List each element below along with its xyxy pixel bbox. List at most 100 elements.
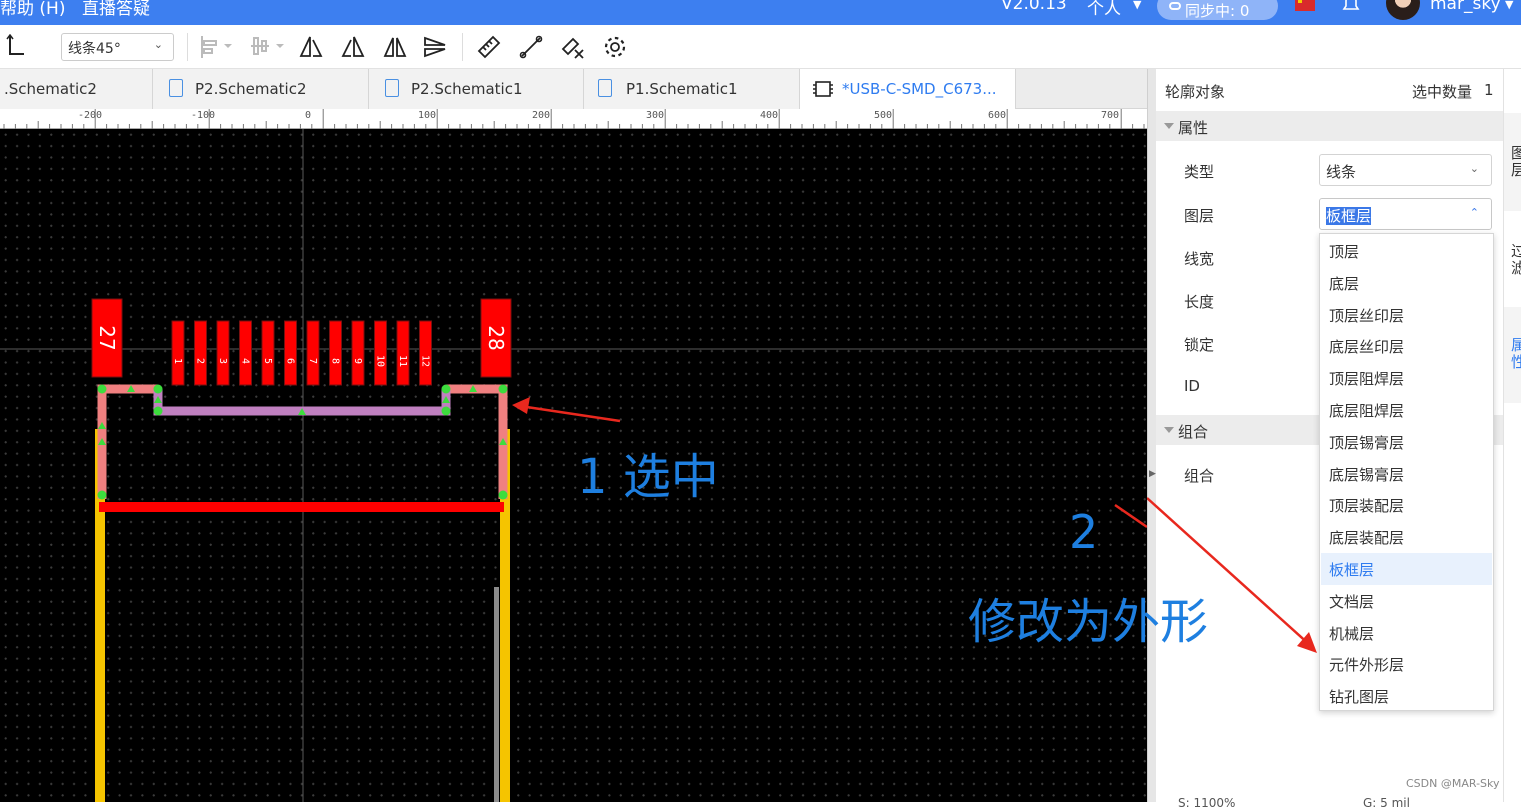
pcb-canvas[interactable]: 27 28 1 2 3 4 5 6 7 8 9 10 11 12 1 选中 2 修改为外形 [0, 129, 1208, 802]
pad-pin-11[interactable] [396, 320, 410, 386]
flip-vertical-icon[interactable] [422, 34, 448, 60]
layer-option[interactable]: 底层丝印层 [1321, 330, 1492, 362]
pad-27-label: 27 [95, 325, 119, 350]
tab-usb-c-footprint[interactable]: *USB-C-SMD_C673... [800, 69, 1016, 109]
layer-option[interactable]: 钻孔图层 [1321, 680, 1492, 712]
pad-pin-1[interactable] [171, 320, 185, 386]
type-label: 类型 [1184, 163, 1215, 181]
pad-pin-6[interactable] [284, 320, 297, 386]
layer-option[interactable]: 机械层 [1321, 617, 1492, 649]
layer-option[interactable]: 底层锡膏层 [1321, 458, 1492, 490]
ruler-label: 100 [418, 110, 437, 121]
pad-pin-2[interactable] [194, 320, 207, 386]
menu-live-qa[interactable]: 直播答疑 [82, 0, 150, 19]
selection-count: 1 [1484, 81, 1494, 99]
annotation-step1: 1 选中 [577, 449, 719, 505]
panel-splitter[interactable]: ▶ [1147, 69, 1156, 802]
tab-label: *USB-C-SMD_C673... [842, 80, 997, 98]
menu-help[interactable]: 帮助 (H) [0, 0, 65, 19]
layer-option[interactable]: 顶层装配层 [1321, 489, 1492, 521]
layer-option-selected[interactable]: 板框层 [1321, 553, 1492, 585]
grid-status: G: 5 mil [1363, 796, 1410, 810]
pad-pin-4[interactable] [239, 320, 252, 386]
tab-p2-schematic2[interactable]: P2.Schematic2 [153, 69, 369, 109]
layer-option[interactable]: 底层 [1321, 267, 1492, 299]
collapse-icon [1164, 123, 1174, 129]
collapse-icon [1164, 427, 1174, 433]
clear-measure-icon[interactable] [560, 34, 586, 60]
avatar[interactable] [1386, 0, 1420, 20]
pad-pin-12[interactable] [419, 320, 432, 386]
layer-option[interactable]: 顶层丝印层 [1321, 299, 1492, 331]
annotation-arrow-1 [512, 397, 621, 423]
rotate-right-icon[interactable] [340, 34, 366, 60]
length-label: 长度 [1184, 293, 1215, 311]
pin-number-label: 8 [330, 358, 341, 364]
bell-icon[interactable] [1340, 0, 1362, 16]
layer-option[interactable]: 顶层 [1321, 235, 1492, 267]
pad-pin-7[interactable] [306, 320, 320, 386]
ruler-label: 600 [988, 110, 1007, 121]
chevron-down-icon: ⌄ [153, 38, 163, 51]
user-chevron-icon[interactable]: ▼ [1505, 0, 1513, 11]
align-left-icon[interactable] [198, 34, 238, 60]
footprint-drawing: 27 28 1 2 3 4 5 6 7 8 9 10 11 12 [0, 129, 1147, 802]
tab-schematic2[interactable]: .Schematic2 [0, 69, 153, 109]
line-mode-select[interactable]: 线条45° ⌄ [61, 33, 174, 61]
username[interactable]: mar_sky [1430, 0, 1501, 14]
ruler-label: 500 [874, 110, 893, 121]
pad-pin-9[interactable] [351, 320, 365, 386]
distribute-icon[interactable] [248, 34, 288, 60]
flip-horizontal-icon[interactable] [382, 34, 408, 60]
chevron-down-icon: ⌄ [1469, 162, 1479, 175]
personal-menu[interactable]: 个人 [1087, 0, 1121, 19]
file-icon [169, 79, 183, 97]
cloud-icon [1169, 2, 1181, 10]
route-corner-icon[interactable] [6, 34, 32, 60]
pad-pin-8[interactable] [329, 320, 342, 386]
layer-option[interactable]: 文档层 [1321, 585, 1492, 617]
layer-option[interactable]: 顶层阻焊层 [1321, 362, 1492, 394]
layer-option[interactable]: 底层阻焊层 [1321, 394, 1492, 426]
section-properties[interactable]: 属性 [1156, 111, 1503, 141]
line-mode-value: 线条45° [68, 41, 121, 57]
language-flag-icon[interactable] [1295, 0, 1315, 11]
top-bar: 帮助 (H) 直播答疑 V2.0.13 个人 ▼ 同步中: 0 mar_sky … [0, 0, 1521, 25]
layer-option[interactable]: 元件外形层 [1321, 648, 1492, 680]
line-width-label: 线宽 [1184, 250, 1215, 268]
section-group-title: 组合 [1178, 423, 1209, 441]
pad-pin-10[interactable] [374, 320, 387, 386]
side-tab-strip: 图层 过滤 属性 [1503, 69, 1521, 802]
side-tab-label: 属性 [1511, 336, 1521, 371]
pin-number-label: 4 [240, 358, 251, 364]
side-tab-properties[interactable]: 属性 [1504, 307, 1521, 403]
layer-option[interactable]: 顶层锡膏层 [1321, 426, 1492, 458]
measure-line-icon[interactable] [518, 34, 544, 60]
pin-number-label: 10 [375, 355, 386, 367]
tab-p2-schematic1[interactable]: P2.Schematic1 [369, 69, 584, 109]
tab-label: P1.Schematic1 [626, 80, 738, 98]
bottom-red-line[interactable] [99, 502, 504, 512]
annotation-arrow-2-tail [1147, 497, 1317, 653]
tab-p1-schematic1[interactable]: P1.Schematic1 [584, 69, 800, 109]
gear-icon[interactable] [602, 34, 628, 60]
lock-label: 锁定 [1184, 336, 1215, 354]
type-select[interactable]: 线条 ⌄ [1319, 154, 1492, 186]
side-tab-layers[interactable]: 图层 [1504, 113, 1521, 211]
pin-number-label: 2 [195, 358, 206, 364]
outline-purple[interactable] [153, 389, 451, 416]
version-label: V2.0.13 [1001, 0, 1067, 14]
pin-number-label: 9 [352, 358, 363, 364]
sync-status-button[interactable]: 同步中: 0 [1157, 0, 1278, 20]
section-properties-title: 属性 [1178, 119, 1209, 137]
ruler-icon[interactable] [476, 34, 502, 60]
pad-pin-5[interactable] [261, 320, 275, 386]
layer-select[interactable]: 板框层 ⌃ [1319, 198, 1492, 230]
rotate-left-icon[interactable] [298, 34, 324, 60]
side-tab-label: 过滤 [1511, 242, 1521, 277]
personal-chevron-icon[interactable]: ▼ [1133, 0, 1141, 11]
side-tab-filter[interactable]: 过滤 [1504, 211, 1521, 307]
layer-option[interactable]: 底层装配层 [1321, 521, 1492, 553]
pad-pin-3[interactable] [216, 320, 230, 386]
tab-label: P2.Schematic1 [411, 80, 523, 98]
